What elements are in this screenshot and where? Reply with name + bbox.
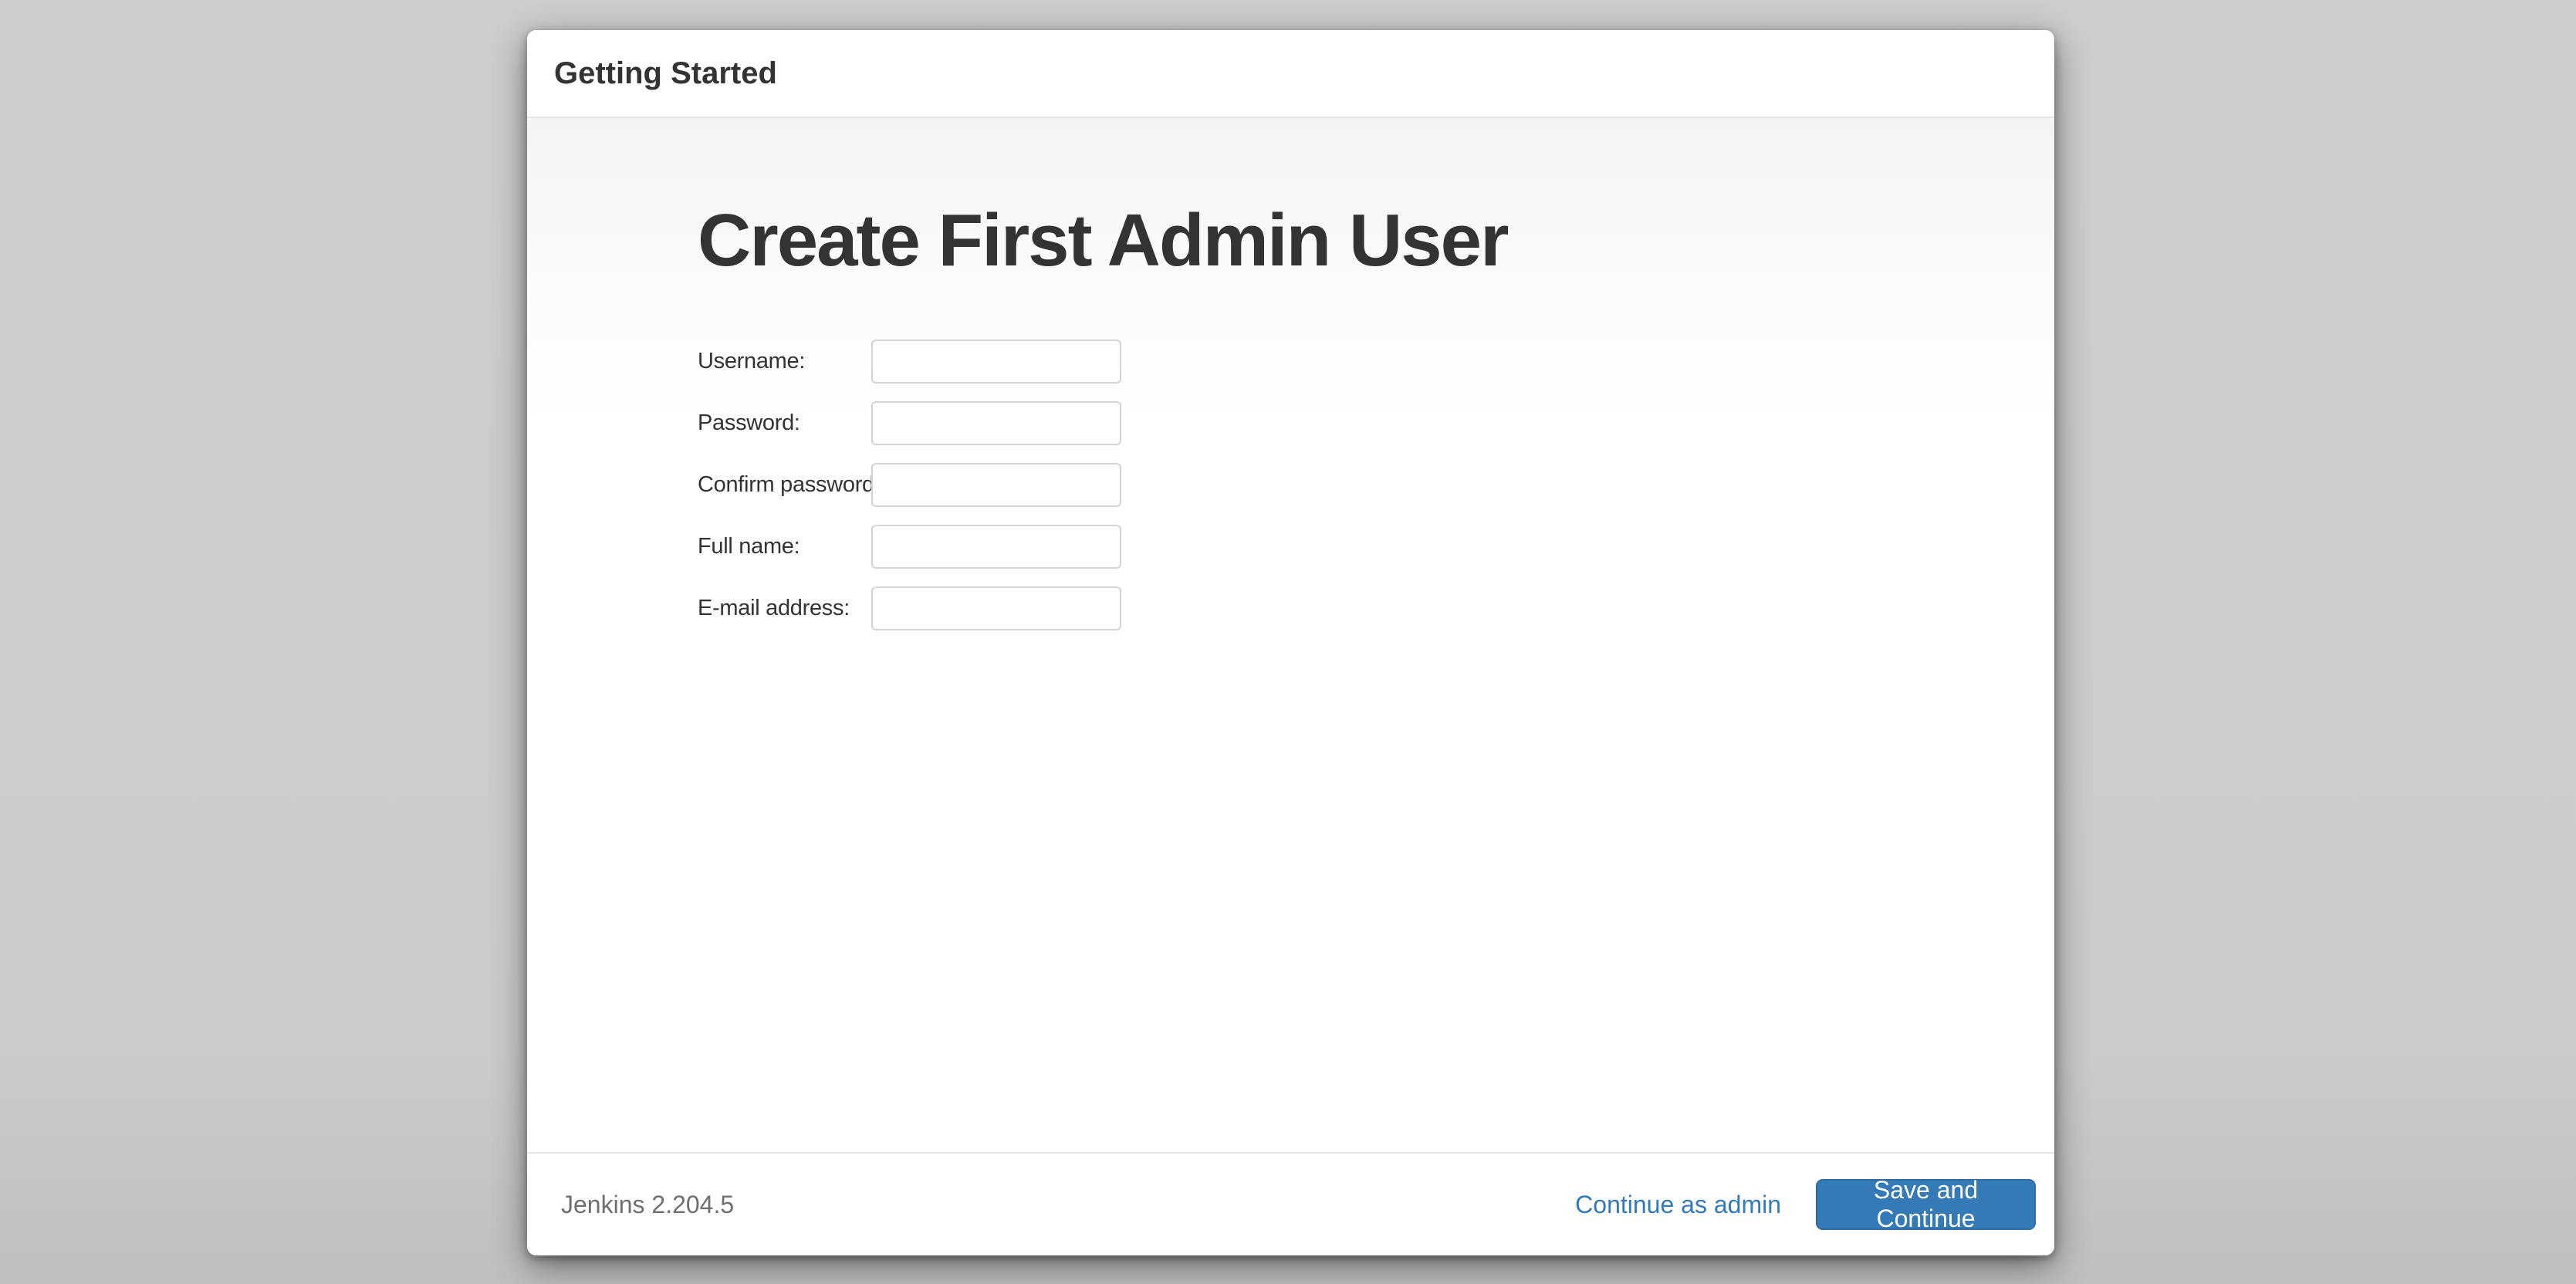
create-admin-user-form: Username: Password: Confirm password: Fu… xyxy=(698,340,2054,630)
username-label: Username: xyxy=(698,349,871,374)
password-input[interactable] xyxy=(871,401,1121,445)
form-row-email: E-mail address: xyxy=(698,586,2054,630)
confirm-password-input[interactable] xyxy=(871,463,1121,507)
page-title: Create First Admin User xyxy=(698,118,2054,283)
dialog-header: Getting Started xyxy=(527,30,2054,118)
form-row-password: Password: xyxy=(698,401,2054,445)
full-name-input[interactable] xyxy=(871,525,1121,569)
getting-started-dialog: Getting Started Create First Admin User … xyxy=(527,30,2054,1255)
form-row-confirm-password: Confirm password: xyxy=(698,463,2054,507)
email-label: E-mail address: xyxy=(698,596,871,621)
password-label: Password: xyxy=(698,411,871,436)
username-input[interactable] xyxy=(871,340,1121,384)
dialog-footer: Jenkins 2.204.5 Continue as admin Save a… xyxy=(527,1152,2054,1255)
jenkins-version-text: Jenkins 2.204.5 xyxy=(561,1191,734,1219)
dialog-body: Create First Admin User Username: Passwo… xyxy=(527,118,2054,1152)
email-input[interactable] xyxy=(871,586,1121,630)
form-row-username: Username: xyxy=(698,340,2054,384)
dialog-title: Getting Started xyxy=(554,56,777,91)
save-and-continue-button[interactable]: Save and Continue xyxy=(1816,1179,2036,1230)
confirm-password-label: Confirm password: xyxy=(698,472,871,498)
full-name-label: Full name: xyxy=(698,534,871,559)
form-row-full-name: Full name: xyxy=(698,525,2054,569)
continue-as-admin-link[interactable]: Continue as admin xyxy=(1575,1191,1781,1219)
